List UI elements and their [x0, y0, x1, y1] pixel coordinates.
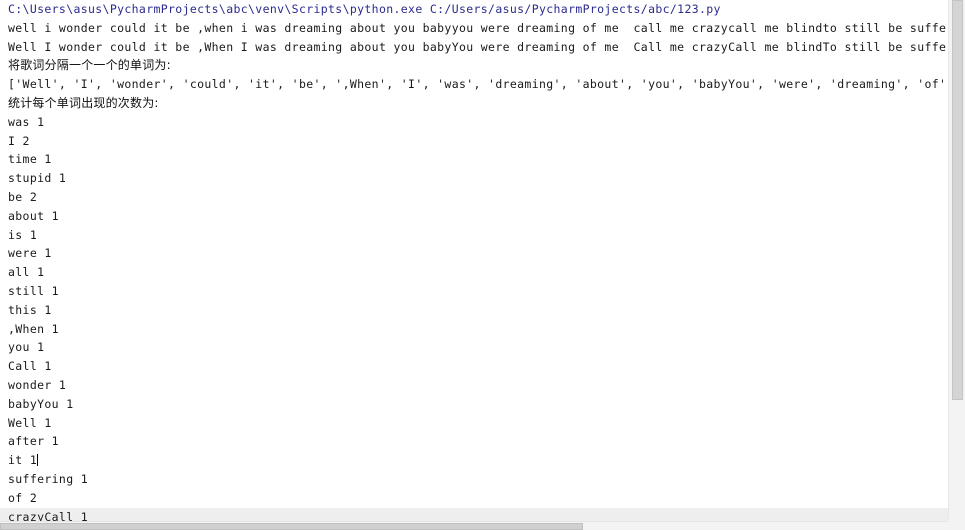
- word-count-text: wonder 1: [8, 377, 67, 392]
- word-count-row: suffering 1: [0, 470, 948, 489]
- word-count-row: were 1: [0, 244, 948, 263]
- console-command-line: C:\Users\asus\PycharmProjects\abc\venv\S…: [8, 2, 721, 16]
- word-count-text: stupid 1: [8, 171, 67, 186]
- word-count-row: all 1: [0, 263, 948, 282]
- word-count-row: after 1: [0, 432, 948, 451]
- console-line-count-header: 统计每个单词出现的次数为:: [8, 95, 159, 110]
- word-count-row: Well 1: [0, 414, 948, 433]
- text-caret: [37, 454, 39, 467]
- vertical-scrollbar[interactable]: [948, 0, 965, 521]
- vertical-scrollbar-thumb[interactable]: [952, 0, 963, 400]
- word-count-row: Call 1: [0, 357, 948, 376]
- word-count-row: this 1: [0, 301, 948, 320]
- word-count-row: ,When 1: [0, 320, 948, 339]
- word-count-text: suffering 1: [8, 471, 89, 486]
- word-count-row: be 2: [0, 188, 948, 207]
- console-line-raw-lyrics: well i wonder could it be ,when i was dr…: [8, 20, 948, 35]
- word-count-row: is 1: [0, 226, 948, 245]
- console-output-area[interactable]: C:\Users\asus\PycharmProjects\abc\venv\S…: [0, 0, 948, 521]
- word-count-text: babyYou 1: [8, 396, 74, 411]
- word-count-text: I 2: [8, 133, 30, 148]
- word-count-row: about 1: [0, 207, 948, 226]
- word-count-text: you 1: [8, 340, 45, 355]
- word-count-text: after 1: [8, 434, 59, 449]
- word-count-row-with-caret: it 1: [0, 451, 948, 470]
- word-count-text: time 1: [8, 152, 52, 167]
- word-count-text: ,When 1: [8, 321, 59, 336]
- word-count-row: still 1: [0, 282, 948, 301]
- word-count-text: is 1: [8, 227, 38, 242]
- word-count-text: of 2: [8, 490, 38, 505]
- word-count-text: it 1: [8, 453, 38, 468]
- console-line-split-header: 将歌词分隔一个一个的单词为:: [8, 58, 171, 73]
- word-count-row: stupid 1: [0, 169, 948, 188]
- word-count-text: be 2: [8, 189, 38, 204]
- word-count-row: you 1: [0, 338, 948, 357]
- word-count-text: Well 1: [8, 415, 52, 430]
- word-count-row: babyYou 1: [0, 395, 948, 414]
- console-line-split-list: ['Well', 'I', 'wonder', 'could', 'it', '…: [8, 77, 948, 92]
- word-count-text: were 1: [8, 246, 52, 261]
- word-count-row: time 1: [0, 150, 948, 169]
- word-count-text: all 1: [8, 265, 45, 280]
- word-count-row: was 1: [0, 113, 948, 132]
- word-count-text: was 1: [8, 114, 45, 129]
- word-count-text: Call 1: [8, 359, 52, 374]
- word-count-row-highlighted: crazyCall 1: [0, 507, 948, 521]
- word-count-row: of 2: [0, 489, 948, 508]
- horizontal-scrollbar[interactable]: [0, 521, 965, 530]
- word-count-text: crazyCall 1: [8, 509, 89, 521]
- word-count-row: I 2: [0, 132, 948, 151]
- scrollbar-corner: [948, 521, 965, 530]
- word-count-text: still 1: [8, 283, 59, 298]
- console-line-capitalized-lyrics: Well I wonder could it be ,When I was dr…: [8, 39, 948, 54]
- console-panel: C:\Users\asus\PycharmProjects\abc\venv\S…: [0, 0, 965, 530]
- horizontal-scrollbar-thumb[interactable]: [0, 523, 583, 530]
- word-count-text: this 1: [8, 302, 52, 317]
- word-count-row: wonder 1: [0, 376, 948, 395]
- word-count-text: about 1: [8, 208, 59, 223]
